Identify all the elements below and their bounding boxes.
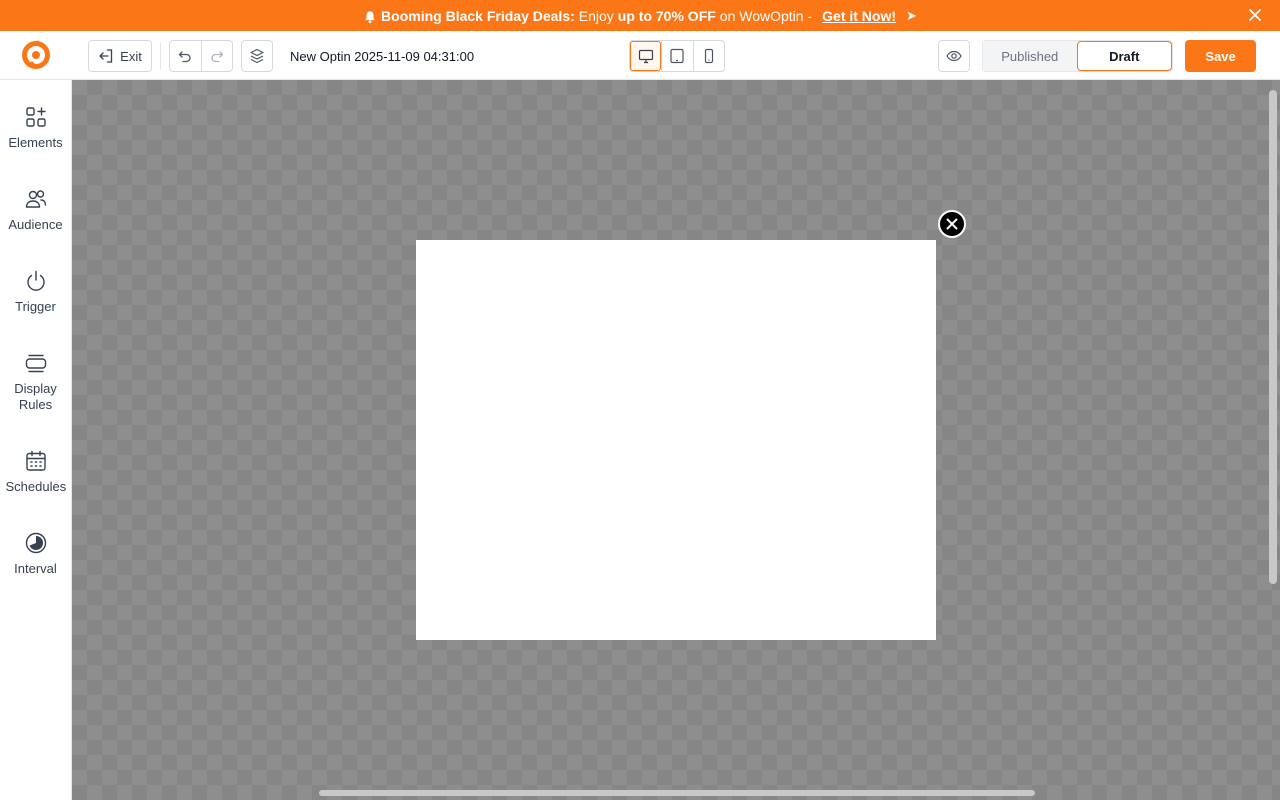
publish-status-toggle: Published Draft: [982, 40, 1173, 72]
undo-button[interactable]: [170, 41, 201, 71]
redo-icon: [211, 51, 224, 63]
promo-text: Enjoy: [578, 7, 614, 24]
popup-close-button[interactable]: [938, 210, 966, 238]
layers-icon: [250, 48, 264, 64]
wowoptin-logo[interactable]: [20, 40, 52, 72]
sidebar-item-audience[interactable]: Audience: [0, 187, 71, 233]
left-sidebar: Elements Audience Trigger Display Rules: [0, 80, 72, 800]
vertical-scrollbar[interactable]: [1269, 90, 1277, 584]
optin-popup-preview[interactable]: [416, 240, 936, 640]
promo-arrow-icon[interactable]: ➤: [906, 8, 917, 24]
bell-icon: [365, 11, 375, 24]
promo-cta-link[interactable]: Get it Now!: [822, 8, 896, 24]
elements-icon: [25, 107, 46, 127]
desktop-icon: [638, 49, 653, 64]
published-option[interactable]: Published: [983, 41, 1077, 71]
sidebar-item-schedules[interactable]: Schedules: [0, 449, 71, 495]
promo-banner: Booming Black Friday Deals: Enjoy up to …: [0, 0, 1280, 31]
eye-icon: [946, 50, 962, 62]
mobile-icon: [704, 48, 713, 64]
sidebar-item-trigger[interactable]: Trigger: [0, 269, 71, 315]
tablet-icon: [670, 48, 685, 64]
interval-icon: [25, 532, 46, 554]
layers-button[interactable]: [241, 40, 273, 72]
calendar-icon: [25, 450, 46, 471]
desktop-view-button[interactable]: [630, 41, 662, 71]
sidebar-item-label: Elements: [8, 135, 63, 150]
sidebar-item-label: Interval: [14, 561, 57, 576]
promo-discount: up to 70% OFF: [617, 7, 716, 24]
exit-button[interactable]: Exit: [88, 40, 152, 72]
promo-title: Booming Black Friday Deals:: [381, 7, 575, 24]
optin-title[interactable]: New Optin 2025-11-09 04:31:00: [290, 49, 474, 64]
draft-option[interactable]: Draft: [1076, 41, 1172, 71]
sidebar-item-elements[interactable]: Elements: [0, 105, 71, 151]
undo-icon: [179, 51, 192, 63]
audience-icon: [25, 190, 46, 208]
sidebar-item-label: Schedules: [5, 479, 67, 494]
preview-button[interactable]: [938, 40, 970, 72]
sidebar-item-label: Trigger: [15, 299, 56, 314]
save-button[interactable]: Save: [1185, 40, 1256, 72]
sidebar-item-display-rules[interactable]: Display Rules: [0, 351, 71, 413]
display-rules-icon: [25, 354, 46, 373]
promo-text-2: on WowOptin -: [719, 7, 813, 24]
power-icon: [26, 270, 45, 291]
horizontal-scrollbar[interactable]: [319, 790, 1035, 796]
close-icon: [946, 218, 958, 230]
sidebar-item-label: Display Rules: [14, 381, 57, 412]
redo-button[interactable]: [200, 41, 232, 71]
device-switcher: [629, 40, 725, 72]
tablet-view-button[interactable]: [661, 41, 692, 71]
toolbar-divider: [160, 42, 161, 70]
mobile-view-button[interactable]: [692, 41, 724, 71]
sidebar-item-interval[interactable]: Interval: [0, 531, 71, 577]
editor-canvas[interactable]: [72, 80, 1280, 800]
sidebar-item-label: Audience: [8, 217, 63, 232]
exit-icon: [99, 49, 113, 63]
top-toolbar: Exit New Optin 2025-11-09 04:31:00 Publi…: [0, 31, 1280, 80]
undo-redo-group: [169, 40, 233, 72]
exit-label: Exit: [120, 48, 142, 64]
promo-close-icon[interactable]: [1248, 8, 1262, 22]
